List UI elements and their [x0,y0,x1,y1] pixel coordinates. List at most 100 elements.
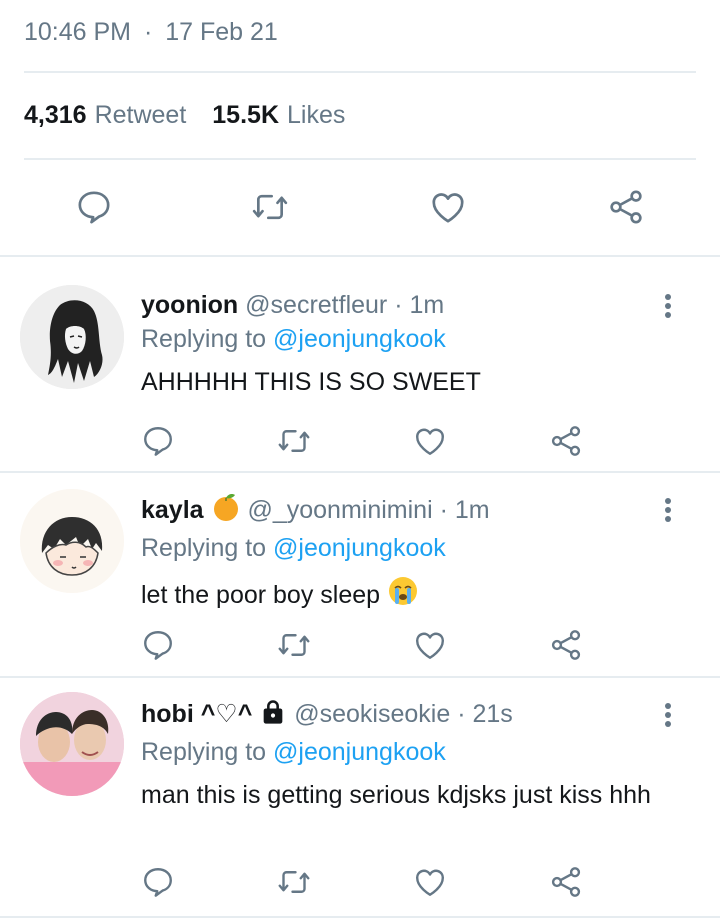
replying-label: Replying to [141,738,267,766]
reply-action-bar [0,419,720,459]
tweet-action-bar [0,185,720,231]
like-button[interactable] [408,419,452,463]
share-button[interactable] [544,623,588,667]
like-count: 15.5K [212,101,279,129]
reply-header: yoonion @secretfleur · 1m [141,288,660,322]
reply-button[interactable] [136,623,180,667]
share-icon [551,630,581,660]
divider [24,71,696,73]
avatar[interactable] [20,489,124,593]
reply-handle[interactable]: @seokiseokie [294,700,450,728]
share-icon [551,867,581,897]
replying-to: Replying to @jeonjungkook [141,531,660,565]
reply-time: 1m [454,496,490,524]
more-vertical-icon [665,294,671,300]
tweet-timestamp: 10:46 PM · 17 Feb 21 [24,18,278,47]
mention-link[interactable]: @jeonjungkook [273,325,446,353]
tangerine-emoji [211,492,241,531]
more-options-button[interactable] [658,291,678,321]
avatar-illustration [20,285,124,389]
retweet-stat[interactable]: 4,316 Retweet [24,101,186,130]
reply-icon [78,191,110,224]
share-button[interactable] [544,860,588,904]
more-dot [665,312,671,318]
retweet-button[interactable] [272,419,316,463]
reply-author-name[interactable]: yoonion [141,291,238,319]
lock-icon [259,698,287,735]
share-button[interactable] [604,185,648,229]
share-icon [610,190,642,224]
more-dot [665,721,671,727]
divider [0,916,720,918]
tweet-date: 17 Feb 21 [165,18,278,46]
reply-tweet[interactable]: kayla @_yoonminimini · 1m Replying to @j… [0,473,720,676]
replying-label: Replying to [141,325,267,353]
like-button[interactable] [408,623,452,667]
meta-separator: · [387,291,410,319]
reply-time: 21s [472,700,513,728]
reply-button[interactable] [136,860,180,904]
reply-handle[interactable]: @_yoonminimini [247,496,432,524]
reply-tweet[interactable]: hobi ^♡^ @seokiseokie · 21s Replying to … [0,678,720,918]
mention-link[interactable]: @jeonjungkook [273,738,446,766]
retweet-button[interactable] [272,860,316,904]
reply-header: hobi ^♡^ @seokiseokie · 21s [141,697,660,735]
tweet-time: 10:46 PM [24,18,132,46]
heart-icon [416,632,444,659]
reply-action-bar [0,860,720,900]
avatar[interactable] [20,285,124,389]
reply-text: AHHHHH THIS IS SO SWEET [141,368,481,396]
retweet-icon [252,194,288,220]
mention-link[interactable]: @jeonjungkook [273,534,446,562]
retweet-count: 4,316 [24,101,87,129]
retweet-icon [278,871,310,893]
reply-button[interactable] [136,419,180,463]
reply-icon [144,427,172,456]
share-button[interactable] [544,419,588,463]
more-vertical-icon [665,703,671,709]
like-button[interactable] [426,185,470,229]
more-dot [665,303,671,309]
retweet-icon [278,430,310,452]
meta-separator: · [450,700,473,728]
retweet-icon [278,634,310,656]
more-dot [665,507,671,513]
avatar[interactable] [20,692,124,796]
retweet-label: Retweet [94,101,187,129]
reply-header: kayla @_yoonminimini · 1m [141,492,660,531]
reply-button[interactable] [72,185,116,229]
reply-tweet[interactable]: yoonion @secretfleur · 1m Replying to @j… [0,257,720,470]
reply-icon [144,868,172,897]
reply-content: yoonion @secretfleur · 1m Replying to @j… [141,288,660,399]
more-options-button[interactable] [658,700,678,730]
meta-separator: · [432,496,455,524]
retweet-button[interactable] [248,185,292,229]
more-options-button[interactable] [658,495,678,525]
reply-text: man this is getting serious kdjsks just … [141,781,651,809]
replying-to: Replying to @jeonjungkook [141,322,660,356]
heart-icon [432,193,464,223]
reply-author-name[interactable]: kayla [141,496,204,524]
reply-action-bar [0,623,720,663]
reply-content: hobi ^♡^ @seokiseokie · 21s Replying to … [141,697,660,812]
reply-handle[interactable]: @secretfleur [245,291,387,319]
heart-icon [416,869,444,896]
crying-face-emoji [387,575,419,616]
more-dot [665,516,671,522]
share-icon [551,426,581,456]
avatar-illustration [20,489,124,593]
reply-content: kayla @_yoonminimini · 1m Replying to @j… [141,492,660,616]
like-stat[interactable]: 15.5K Likes [212,101,345,130]
reply-text: let the poor boy sleep [141,581,381,609]
retweet-button[interactable] [272,623,316,667]
replying-label: Replying to [141,534,267,562]
heart-icon [416,428,444,455]
more-dot [665,712,671,718]
reply-time: 1m [409,291,445,319]
avatar-photo [20,692,124,796]
reply-icon [144,631,172,660]
reply-author-name[interactable]: hobi ^♡^ [141,700,252,728]
reply-text-wrap: let the poor boy sleep [141,575,660,616]
divider [24,158,696,160]
like-button[interactable] [408,860,452,904]
